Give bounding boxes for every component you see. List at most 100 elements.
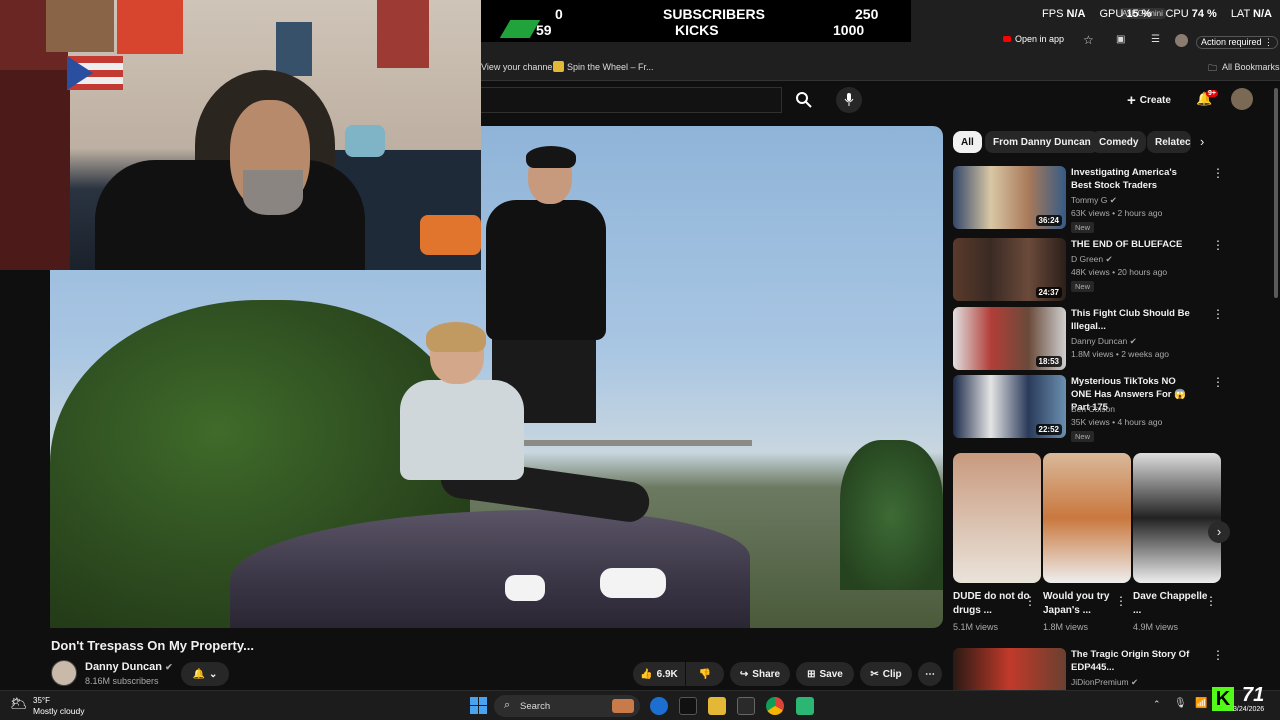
rec-menu-icon[interactable]: ⋮ [1212, 648, 1224, 662]
rec-duration: 24:37 [1035, 287, 1062, 298]
chip-comedy[interactable]: Comedy [1091, 131, 1147, 153]
chevron-up-icon[interactable]: ⌃ [1153, 699, 1161, 710]
rec-title[interactable]: THE END OF BLUEFACE [1071, 238, 1196, 251]
rec-title[interactable]: The Tragic Origin Story Of EDP445... [1071, 648, 1196, 674]
chip-from-channel[interactable]: From Danny Duncan [985, 131, 1099, 153]
reading-mode-icon[interactable]: ▣ [1116, 34, 1125, 45]
taskbar-search-input[interactable]: ⌕ Search [494, 695, 640, 717]
edge-icon[interactable] [650, 697, 668, 715]
channel-avatar[interactable] [51, 660, 77, 686]
weather-description[interactable]: Mostly cloudy [33, 706, 85, 716]
dislike-button[interactable]: 👎 [686, 662, 724, 686]
short-menu-icon[interactable]: ⋮ [1115, 594, 1127, 608]
rec-thumbnail[interactable]: 24:37 [953, 238, 1066, 301]
tab-search-icon[interactable]: ☰ [1151, 34, 1160, 45]
open-in-app-button[interactable]: Open in app [1003, 34, 1064, 44]
subscribe-notifications-button[interactable]: 🔔 ⌄ [181, 662, 229, 686]
chip-related[interactable]: Relatec [1147, 131, 1191, 153]
profile-avatar[interactable] [1175, 34, 1188, 47]
rec-menu-icon[interactable]: ⋮ [1212, 375, 1224, 389]
like-button[interactable]: 👍 6.9K [633, 662, 685, 686]
webcam-pillow [420, 215, 481, 255]
verified-icon: ✔ [1109, 195, 1117, 205]
bookmark-star-icon[interactable]: ☆ [1083, 33, 1094, 47]
rec-thumbnail[interactable] [953, 648, 1066, 690]
verified-icon: ✔ [1105, 254, 1113, 264]
search-button[interactable] [784, 87, 822, 113]
rec-thumbnail[interactable]: 22:52 [953, 375, 1066, 438]
short-title[interactable]: Dave Chappelle ... [1133, 590, 1213, 618]
rec-channel[interactable]: Danny Duncan ✔ [1071, 336, 1137, 347]
store-icon[interactable] [737, 697, 755, 715]
short-thumbnail[interactable] [1133, 453, 1221, 583]
bell-icon: 🔔 [192, 668, 206, 680]
webcam-person-beard [243, 170, 303, 215]
short-thumbnail[interactable] [1043, 453, 1131, 583]
short-views: 1.8M views [1043, 622, 1089, 632]
kick-badge-number: 71 [1242, 684, 1265, 706]
gpu-stat: GPU 15 % [1099, 8, 1152, 20]
shorts-next-button[interactable]: › [1208, 521, 1230, 543]
short-menu-icon[interactable]: ⋮ [1205, 594, 1217, 608]
save-icon: ⊞ [807, 668, 816, 680]
short-thumbnail[interactable] [953, 453, 1041, 583]
taskbar-date[interactable]: 3/24/2026 [1233, 706, 1264, 713]
rec-thumbnail[interactable]: 18:53 [953, 307, 1066, 370]
obs-app-icon[interactable] [796, 697, 814, 715]
rec-meta: 63K views • 2 hours ago [1071, 208, 1163, 218]
channel-name[interactable]: Danny Duncan ✔ [85, 661, 173, 673]
plus-icon: + [1127, 91, 1136, 109]
rec-title[interactable]: This Fight Club Should Be Illegal... [1071, 307, 1196, 333]
voice-search-button[interactable] [836, 87, 862, 113]
rec-new-badge: New [1071, 431, 1095, 442]
tiktok-icon[interactable] [679, 697, 697, 715]
search-input[interactable] [481, 87, 782, 113]
share-icon: ↪ [739, 668, 749, 680]
file-explorer-icon[interactable] [708, 697, 726, 715]
bookmark-view-channel[interactable]: View your channel [481, 62, 554, 72]
short-title[interactable]: DUDE do not do drugs ... [953, 590, 1033, 618]
save-button[interactable]: ⊞ Save [796, 662, 854, 686]
wifi-icon[interactable]: 📶 [1195, 698, 1207, 709]
chip-all[interactable]: All [953, 131, 982, 153]
chevron-right-icon[interactable]: › [1200, 134, 1204, 149]
rec-channel[interactable]: JiDionPremium ✔ [1071, 677, 1138, 688]
share-button[interactable]: ↪ Share [730, 662, 790, 686]
action-required-button[interactable]: Action required ⋮ [1196, 36, 1279, 49]
webcam-cabinet [0, 70, 70, 270]
clip-button[interactable]: ✂ Clip [860, 662, 912, 686]
rec-menu-icon[interactable]: ⋮ [1212, 166, 1224, 180]
rec-thumbnail[interactable]: 36:24 [953, 166, 1066, 229]
create-button[interactable]: + Create [1127, 91, 1171, 109]
rec-menu-icon[interactable]: ⋮ [1212, 238, 1224, 252]
kicks-current: 59 [536, 22, 552, 38]
lat-stat: LAT N/A [1230, 8, 1272, 20]
bookmarks-bar: View your channel Spin the Wheel – Fr...… [481, 55, 1280, 81]
more-actions-button[interactable]: ⋯ [918, 662, 942, 686]
rec-menu-icon[interactable]: ⋮ [1212, 307, 1224, 321]
account-avatar[interactable] [1231, 88, 1253, 110]
microphone-icon[interactable]: 🎙 [1174, 698, 1187, 709]
open-in-app-label: Open in app [1015, 34, 1065, 44]
rec-channel[interactable]: Ben Colson [1071, 404, 1115, 414]
chrome-icon[interactable] [766, 697, 784, 715]
subscribers-goal: 250 [855, 6, 879, 22]
page-scrollbar[interactable] [1274, 88, 1278, 298]
short-title[interactable]: Would you try Japan's ... [1043, 590, 1123, 618]
cpu-stat: CPU 74 % [1165, 8, 1217, 20]
weather-temperature[interactable]: 35°F [33, 696, 50, 705]
rec-duration: 18:53 [1035, 356, 1062, 367]
like-count: 6.9K [656, 668, 678, 680]
subscribers-label: SUBSCRIBERS [663, 6, 765, 22]
windows-taskbar [0, 690, 1280, 720]
all-bookmarks[interactable]: All Bookmarks [1222, 62, 1280, 72]
webcam-poster [377, 0, 429, 68]
stream-goal-overlay: 0 SUBSCRIBERS 250 59 KICKS 1000 [481, 0, 911, 42]
short-menu-icon[interactable]: ⋮ [1024, 594, 1036, 608]
webcam-pillow [345, 125, 385, 157]
rec-title[interactable]: Investigating America's Best Stock Trade… [1071, 166, 1196, 192]
rec-channel[interactable]: Tommy G ✔ [1071, 195, 1117, 206]
windows-start-icon[interactable] [470, 697, 487, 714]
rec-channel[interactable]: D Green ✔ [1071, 254, 1113, 265]
bookmark-spin-wheel[interactable]: Spin the Wheel – Fr... [567, 62, 654, 72]
